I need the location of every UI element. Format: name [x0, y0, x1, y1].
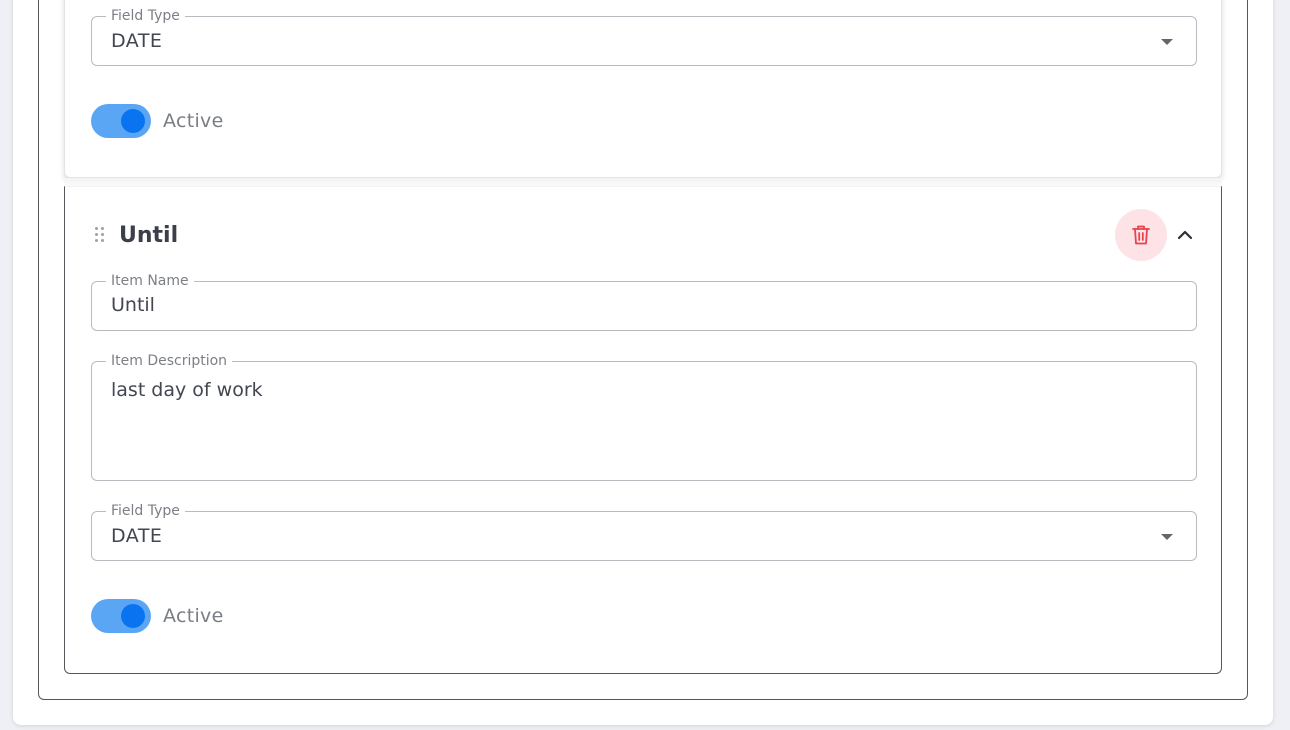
field-type-legend: Field Type [106, 503, 185, 519]
item-name-field[interactable]: Item Name Until [91, 273, 1197, 331]
drag-handle-icon[interactable] [95, 227, 105, 243]
item-name-value: Until [111, 294, 155, 316]
delete-item-button[interactable] [1115, 209, 1167, 261]
active-toggle-row: Active [91, 103, 224, 139]
item-description-legend: Item Description [106, 353, 233, 369]
form-item-card: Field Type DATE Active [64, 0, 1222, 178]
item-description-field[interactable]: Item Description last day of work [91, 353, 1197, 481]
item-header: Until [91, 209, 1197, 261]
caret-down-icon [1161, 534, 1173, 540]
field-type-value: DATE [111, 525, 163, 547]
active-toggle-row: Active [91, 598, 224, 634]
item-title: Until [119, 223, 179, 248]
active-toggle[interactable] [91, 104, 151, 138]
chevron-up-icon [1177, 230, 1193, 240]
item-name-legend: Item Name [106, 273, 194, 289]
field-type-legend: Field Type [106, 8, 185, 24]
active-label: Active [163, 110, 224, 132]
active-toggle[interactable] [91, 599, 151, 633]
field-type-select[interactable]: Field Type DATE [91, 503, 1197, 561]
toggle-thumb [121, 109, 145, 133]
field-type-value: DATE [111, 30, 163, 52]
trash-icon [1132, 225, 1150, 245]
field-type-select[interactable]: Field Type DATE [91, 8, 1197, 66]
active-label: Active [163, 605, 224, 627]
collapse-item-button[interactable] [1169, 219, 1201, 251]
form-item-card-until: Until Item Name Until Item Description l… [64, 186, 1222, 674]
toggle-thumb [121, 604, 145, 628]
caret-down-icon [1161, 39, 1173, 45]
item-description-value: last day of work [111, 379, 263, 401]
